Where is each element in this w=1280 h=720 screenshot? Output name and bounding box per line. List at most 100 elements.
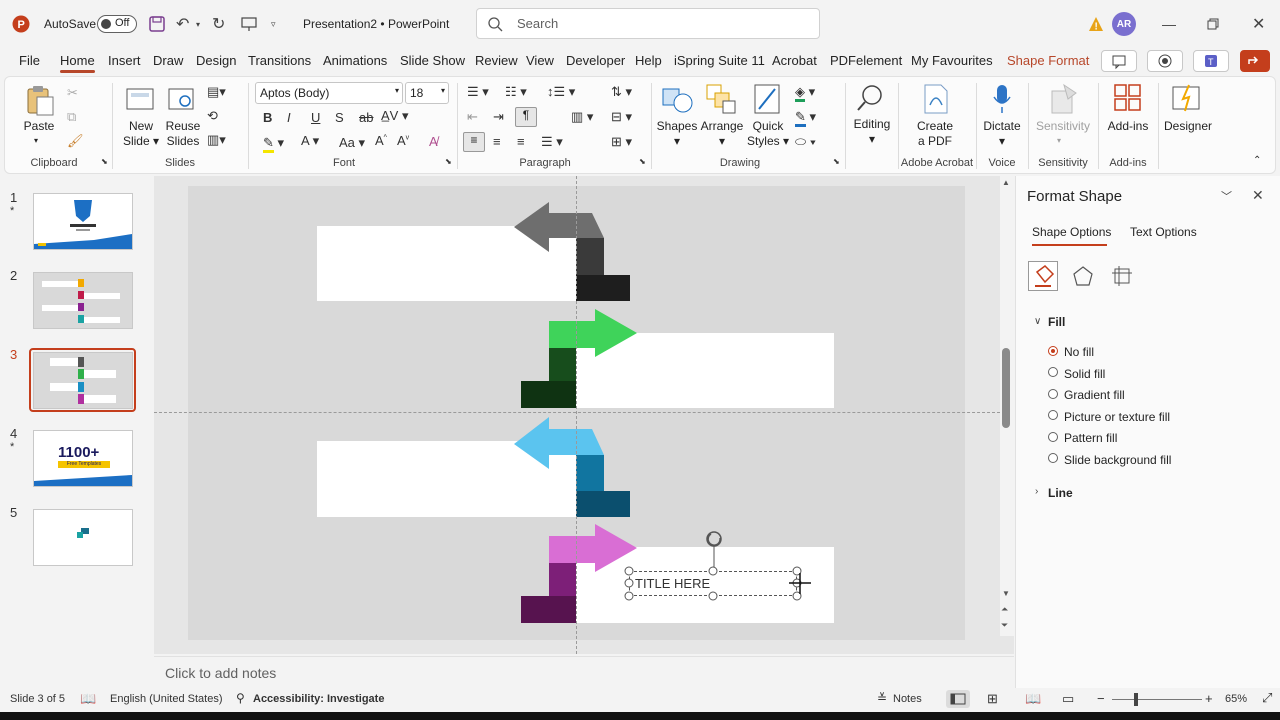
bold-icon[interactable]: B (263, 110, 272, 125)
add-ins-icon[interactable] (1113, 83, 1143, 113)
pattern-fill-radio[interactable] (1048, 432, 1058, 442)
editing-icon[interactable] (855, 83, 885, 113)
font-launcher-icon[interactable]: ⬊ (445, 157, 452, 166)
undo-icon[interactable]: ↶ (176, 0, 189, 48)
tab-animations[interactable]: Animations (323, 53, 387, 68)
close-window-icon[interactable]: ✕ (1252, 0, 1265, 48)
green-arrow-shape[interactable] (515, 305, 645, 411)
previous-slide-icon[interactable]: ⏶ (1001, 604, 1008, 615)
solid-fill-label[interactable]: Solid fill (1064, 367, 1105, 381)
sensitivity-dropdown-icon[interactable]: ▾ (1057, 133, 1061, 148)
new-slide-label[interactable]: New Slide ▾ (121, 119, 161, 149)
tab-home[interactable]: Home (60, 53, 95, 73)
fit-to-window-icon[interactable]: ⤢ (1262, 690, 1272, 706)
effects-pentagon-icon[interactable] (1072, 265, 1094, 287)
scrollbar-thumb[interactable] (1002, 348, 1010, 428)
arrange-label[interactable]: Arrange ▾ (699, 119, 745, 149)
picture-fill-radio[interactable] (1048, 410, 1058, 420)
tab-transitions[interactable]: Transitions (248, 53, 311, 68)
tab-draw[interactable]: Draw (153, 53, 183, 68)
collapse-ribbon-icon[interactable]: ⌃ (1253, 155, 1261, 166)
zoom-slider[interactable] (1112, 699, 1202, 700)
tab-pdfelement[interactable]: PDFelement (830, 53, 902, 68)
text-direction-icon[interactable]: ⇅ ▾ (611, 84, 632, 100)
character-spacing-icon[interactable]: A̲V ▾ (381, 108, 408, 124)
fill-expand-chevron-icon[interactable]: ∨ (1034, 316, 1041, 327)
create-pdf-icon[interactable] (921, 83, 951, 115)
scroll-up-icon[interactable]: ▲ (1002, 178, 1010, 187)
shadow-icon[interactable]: S (335, 110, 344, 125)
gradient-fill-radio[interactable] (1048, 389, 1058, 399)
slide-background-fill-label[interactable]: Slide background fill (1064, 453, 1171, 467)
bullets-icon[interactable]: ☰ ▾ (467, 84, 489, 100)
tab-ispring[interactable]: iSpring Suite 11 (674, 53, 765, 68)
tab-design[interactable]: Design (196, 53, 236, 68)
align-left-icon[interactable]: ≡ (463, 132, 485, 152)
slide-thumbnail-4[interactable]: 1100+ Free Templates (33, 430, 133, 487)
italic-icon[interactable]: I (287, 110, 291, 125)
new-slide-icon[interactable] (125, 85, 155, 113)
zoom-level[interactable]: 65% (1225, 693, 1247, 705)
drawing-launcher-icon[interactable]: ⬊ (833, 157, 840, 166)
spelling-check-icon[interactable]: 📖 (80, 691, 96, 707)
increase-font-icon[interactable]: A^ (375, 133, 387, 148)
increase-indent-icon[interactable]: ⇥ (493, 109, 504, 125)
font-name-select[interactable]: Aptos (Body) ▾ (255, 82, 403, 104)
section-icon[interactable]: ▥▾ (207, 132, 226, 148)
no-fill-label[interactable]: No fill (1064, 345, 1094, 359)
designer-icon[interactable] (1171, 83, 1203, 113)
language-indicator[interactable]: English (United States) (110, 693, 223, 705)
align-text-icon[interactable]: ⊟ ▾ (611, 109, 632, 125)
smartart-icon[interactable]: ⊞ ▾ (611, 134, 632, 150)
slide-thumbnail-5[interactable] (33, 509, 133, 566)
next-slide-icon[interactable]: ⏷ (1001, 620, 1008, 631)
add-ins-button-label[interactable]: Add-ins (1103, 119, 1153, 134)
pattern-fill-label[interactable]: Pattern fill (1064, 431, 1117, 445)
shape-effects-icon[interactable]: ⬭ ▾ (795, 134, 816, 150)
tab-help[interactable]: Help (635, 53, 662, 68)
size-properties-icon[interactable] (1111, 265, 1133, 287)
accessibility-status[interactable]: Accessibility: Investigate (253, 693, 384, 705)
autosave-toggle[interactable]: Off (97, 0, 137, 48)
tab-text-options[interactable]: Text Options (1130, 225, 1197, 239)
font-size-select[interactable]: 18 ▾ (405, 82, 449, 104)
tab-review[interactable]: Review (475, 53, 518, 68)
slide-thumbnail-3[interactable] (33, 352, 133, 409)
align-right-icon[interactable]: ≡ (517, 134, 525, 149)
highlight-icon[interactable]: ✎ ▾ (263, 135, 284, 153)
shape-fill-icon[interactable]: ◈ ▾ (795, 84, 815, 102)
teams-share-button[interactable]: T (1193, 50, 1229, 72)
shapes-icon[interactable] (661, 83, 695, 115)
accessibility-icon[interactable]: ⚲ (236, 691, 245, 705)
blue-arrow-shape[interactable] (510, 415, 640, 519)
line-section-header[interactable]: Line (1048, 486, 1073, 500)
normal-view-icon[interactable] (946, 690, 970, 708)
reading-view-icon[interactable]: 📖 (1025, 691, 1041, 707)
tab-my-favourites[interactable]: My Favourites (911, 53, 993, 68)
present-from-beginning-icon[interactable] (241, 0, 257, 48)
tab-shape-options[interactable]: Shape Options (1032, 225, 1111, 239)
search-input[interactable]: Search (476, 8, 820, 39)
undo-dropdown-icon[interactable]: ▾ (196, 0, 200, 48)
record-button[interactable] (1147, 50, 1183, 72)
restore-icon[interactable] (1207, 0, 1219, 48)
slide-thumbnail-2[interactable] (33, 272, 133, 329)
pane-close-icon[interactable]: ✕ (1252, 187, 1264, 204)
slide-thumbnail-1[interactable] (33, 193, 133, 250)
fill-section-header[interactable]: Fill (1048, 315, 1065, 329)
scroll-down-icon[interactable]: ▼ (1002, 589, 1010, 598)
shape-outline-icon[interactable]: ✎ ▾ (795, 109, 816, 127)
comments-button[interactable] (1101, 50, 1137, 72)
align-center-icon[interactable]: ≡ (493, 134, 501, 149)
tab-developer[interactable]: Developer (566, 53, 625, 68)
decrease-indent-icon[interactable]: ⇤ (467, 109, 478, 125)
dictate-label[interactable]: Dictate ▾ (979, 119, 1025, 149)
tab-slide-show[interactable]: Slide Show (400, 53, 465, 68)
zoom-out-icon[interactable]: − (1097, 691, 1105, 706)
layout-icon[interactable]: ▤▾ (207, 84, 226, 100)
slideshow-icon[interactable]: ▭ (1062, 691, 1074, 707)
save-icon[interactable] (149, 0, 165, 48)
paste-button-label[interactable]: Paste (21, 119, 57, 134)
notes-pane[interactable]: Click to add notes (154, 656, 1014, 688)
customize-toolbar-icon[interactable]: ▿ (271, 0, 276, 48)
